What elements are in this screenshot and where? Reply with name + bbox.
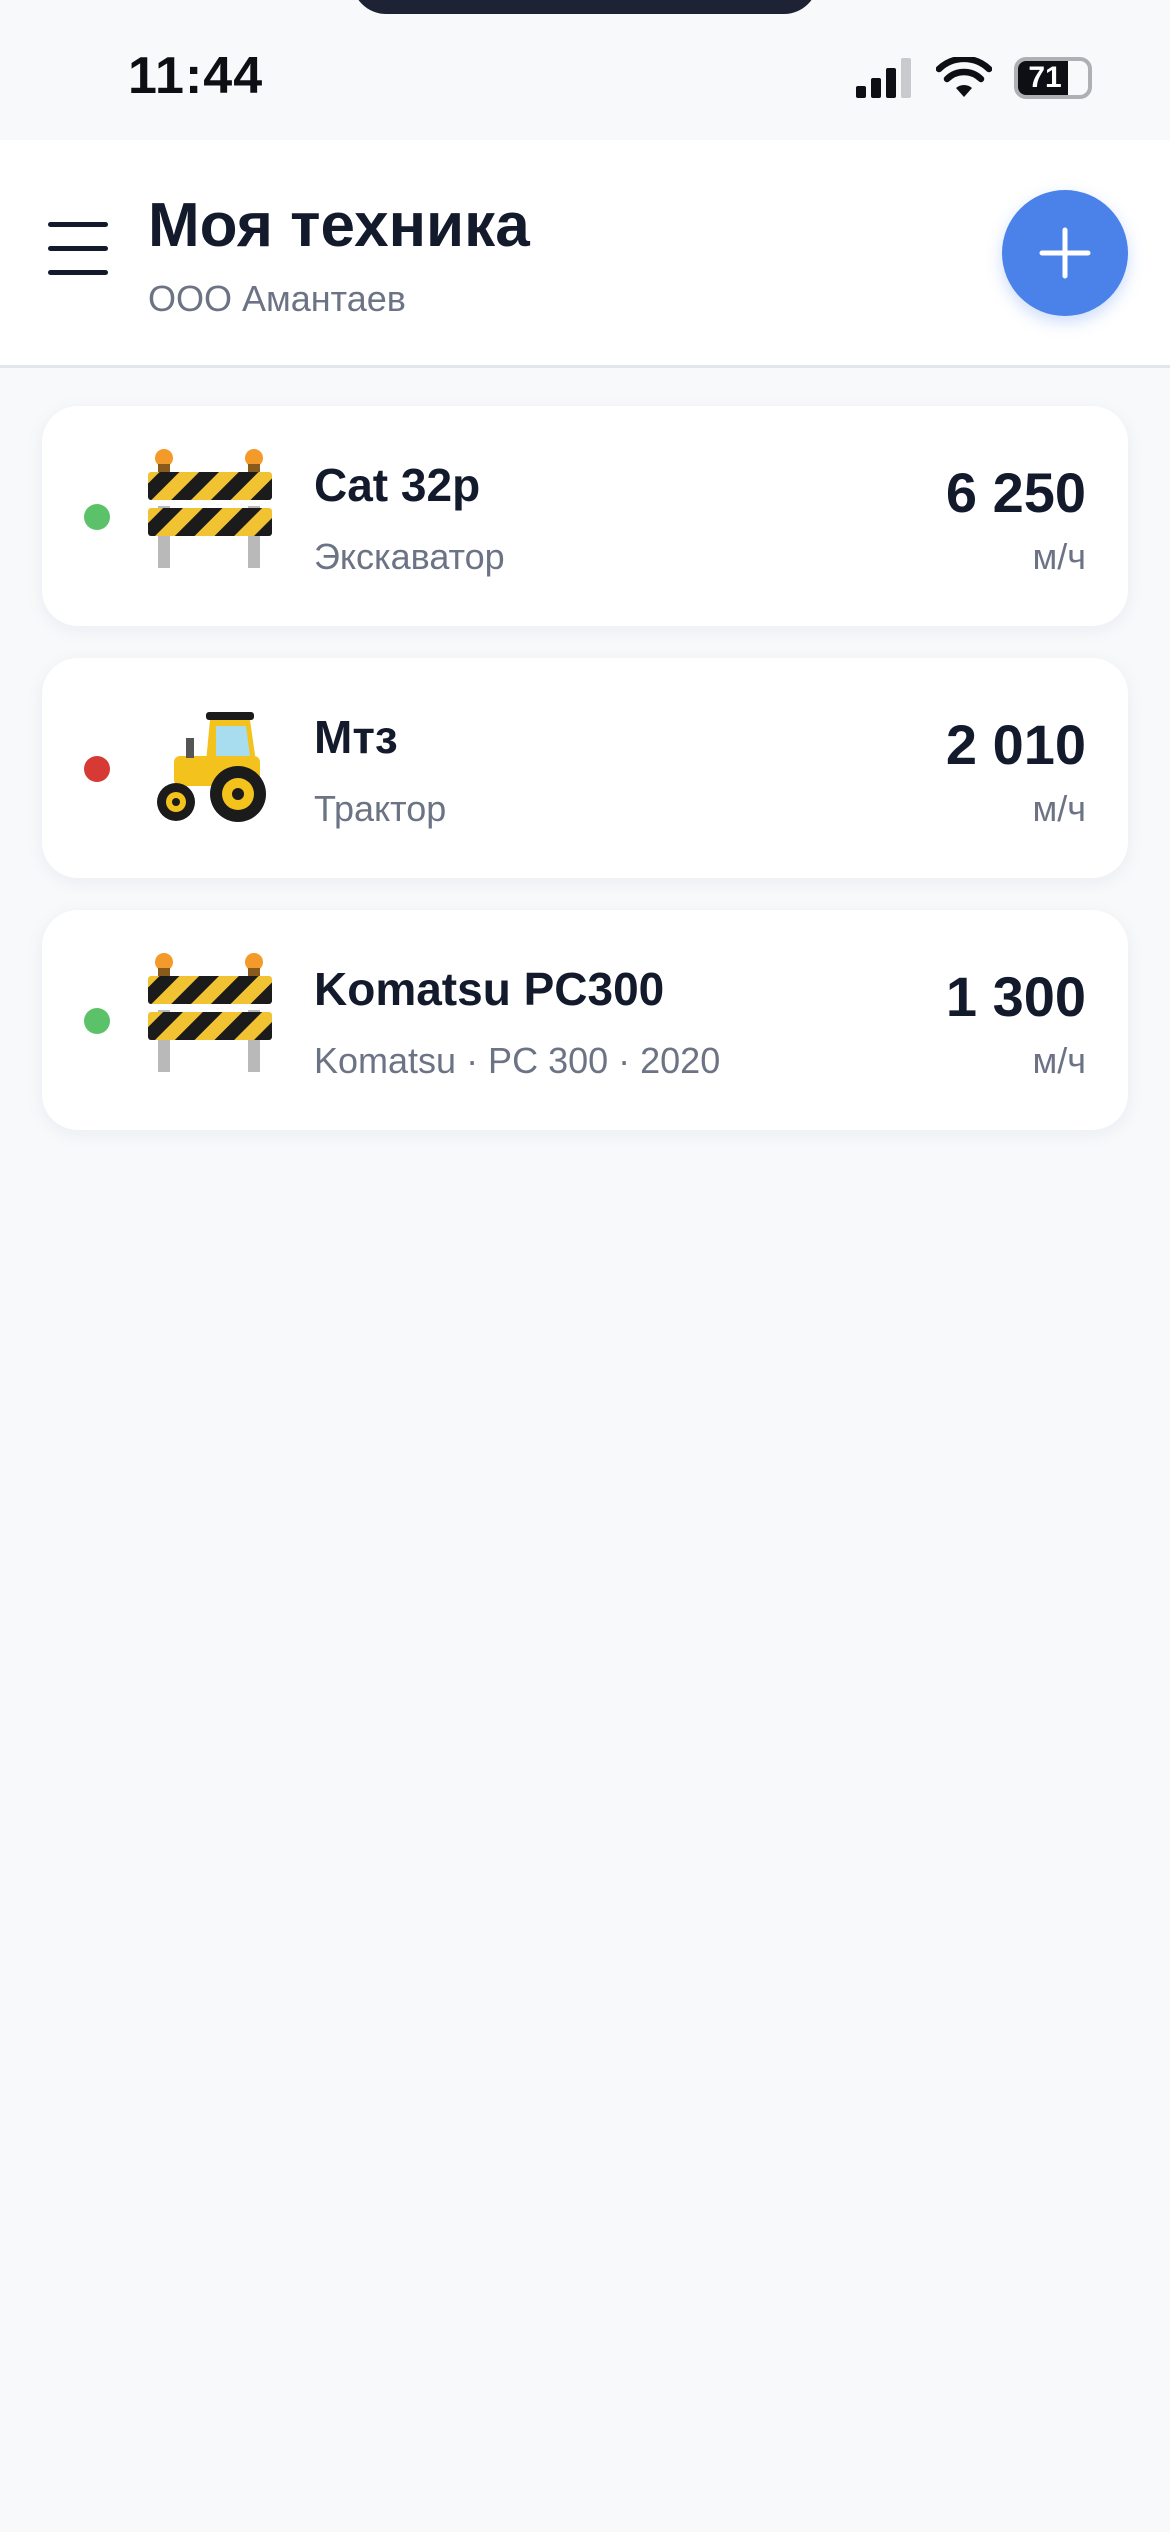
company-name: ООО Амантаев [148,278,406,319]
construction-barrier-icon [148,449,272,568]
header: Моя техника ООО Амантаев [0,140,1170,368]
engine-hours-value: 2 010 [945,713,1086,776]
engine-hours-unit: м/ч [1032,788,1086,829]
tractor-icon [157,712,266,822]
equipment-card[interactable]: Cat 32p Экскаватор 6 250 м/ч [42,406,1128,626]
status-dot-inactive [84,756,110,782]
engine-hours-value: 1 300 [945,965,1086,1028]
equipment-type: Трактор [314,788,447,829]
engine-hours-value: 6 250 [945,461,1086,524]
status-dot-active [84,504,110,530]
engine-hours-unit: м/ч [1032,1040,1086,1081]
engine-hours-unit: м/ч [1032,536,1086,577]
equipment-type: Экскаватор [314,536,505,577]
equipment-name: Komatsu PC300 [314,963,665,1015]
signal-icon [856,58,911,98]
equipment-details: Komatsu · PC 300 · 2020 [314,1040,721,1081]
status-icons: 71 [854,54,1092,102]
hamburger-menu-icon[interactable] [48,220,108,276]
wifi-icon [936,57,992,97]
construction-barrier-icon [148,953,272,1072]
equipment-card[interactable]: Мтз Трактор 2 010 м/ч [42,658,1128,878]
status-dot-active [84,1008,110,1034]
plus-icon [1039,227,1091,279]
add-equipment-button[interactable] [1002,190,1128,316]
dynamic-island [352,0,818,14]
battery-percent: 71 [1028,61,1062,94]
screen: 11:44 71 Моя техника ООО Амантаев Cat 32… [0,0,1170,2532]
battery-icon: 71 [1014,57,1092,99]
status-time: 11:44 [128,47,264,105]
equipment-card[interactable]: Komatsu PC300 Komatsu · PC 300 · 2020 1 … [42,910,1128,1130]
page-title: Моя техника [148,191,530,260]
equipment-name: Мтз [314,711,398,763]
equipment-name: Cat 32p [314,459,481,511]
status-bar: 11:44 71 [0,0,1170,140]
